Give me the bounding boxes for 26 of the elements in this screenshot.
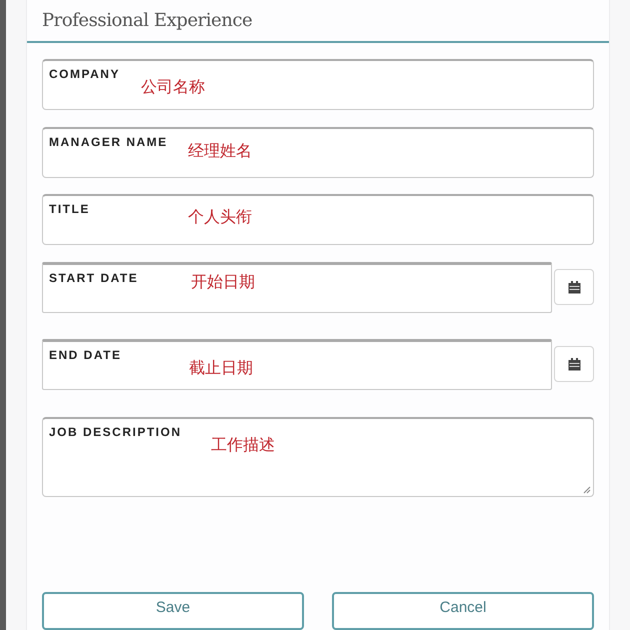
date-field[interactable]: END DATE 截止日期 xyxy=(42,339,552,390)
resize-handle-icon[interactable] xyxy=(583,486,591,494)
text-field[interactable]: TITLE 个人头衔 xyxy=(42,194,594,245)
section-title: Professional Experience xyxy=(42,9,252,33)
field-label: COMPANY xyxy=(49,66,120,83)
calendar-button[interactable] xyxy=(554,269,594,305)
annotation-text: 开始日期 xyxy=(191,271,255,293)
calendar-icon xyxy=(568,358,581,370)
annotation-text: 工作描述 xyxy=(211,434,275,456)
annotation-text: 截止日期 xyxy=(189,357,253,379)
save-button[interactable]: Save xyxy=(42,592,304,630)
cancel-button[interactable]: Cancel xyxy=(332,592,594,630)
date-field[interactable]: START DATE 开始日期 xyxy=(42,262,552,313)
field-label: START DATE xyxy=(49,270,138,287)
description-field[interactable]: JOB DESCRIPTION 工作描述 xyxy=(42,417,594,497)
field-label: JOB DESCRIPTION xyxy=(49,424,182,441)
field-label: END DATE xyxy=(49,347,122,364)
field-label: TITLE xyxy=(49,201,90,218)
calendar-icon xyxy=(568,280,581,294)
annotation-text: 公司名称 xyxy=(141,76,205,98)
text-field[interactable]: COMPANY 公司名称 xyxy=(42,59,594,110)
text-field[interactable]: MANAGER NAME 经理姓名 xyxy=(42,127,594,178)
annotation-text: 经理姓名 xyxy=(188,140,252,162)
field-label: MANAGER NAME xyxy=(49,134,168,151)
annotation-text: 个人头衔 xyxy=(188,206,252,228)
calendar-button[interactable] xyxy=(554,346,594,382)
